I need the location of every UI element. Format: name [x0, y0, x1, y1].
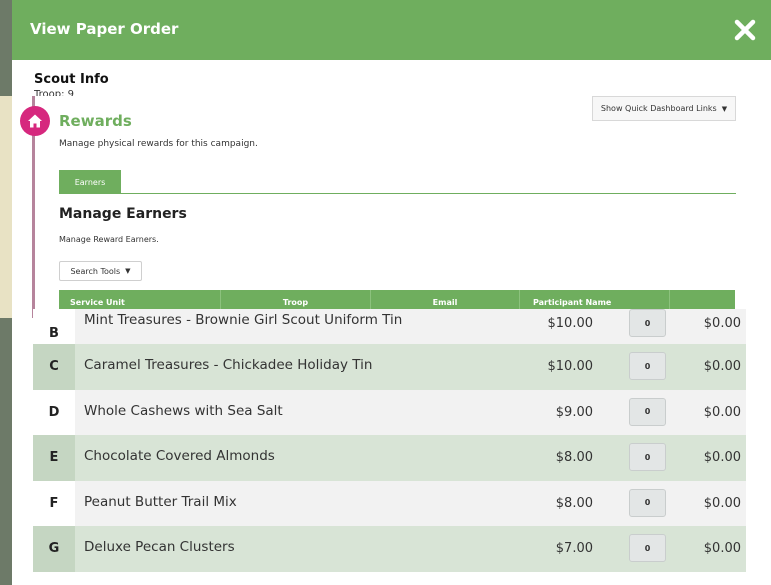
product-total: $0.00 [703, 404, 741, 420]
product-name: Caramel Treasures - Chickadee Holiday Ti… [84, 357, 373, 373]
product-price: $7.00 [555, 541, 593, 556]
table-row: E Chocolate Covered Almonds $8.00 $0.00 [33, 435, 746, 481]
caret-down-icon: ▼ [721, 104, 728, 113]
quantity-input[interactable] [629, 534, 666, 562]
tab-bar: Earners [59, 170, 736, 194]
product-letter: E [33, 435, 75, 481]
home-button[interactable] [20, 106, 50, 136]
background-page-edge-cream [0, 96, 12, 318]
product-total: $0.00 [703, 450, 741, 465]
table-row: D Whole Cashews with Sea Salt $9.00 $0.0… [33, 389, 746, 435]
product-total: $0.00 [703, 541, 741, 556]
product-price: $8.00 [555, 495, 593, 511]
modal-title: View Paper Order [30, 20, 179, 38]
product-letter: F [33, 480, 75, 526]
scout-info-troop: Troop: 9 [34, 89, 75, 96]
rewards-panel: Rewards Manage physical rewards for this… [12, 96, 746, 318]
product-name: Chocolate Covered Almonds [84, 448, 275, 464]
product-total: $0.00 [703, 495, 741, 511]
product-price: $10.00 [547, 316, 594, 331]
product-name: Whole Cashews with Sea Salt [84, 402, 283, 419]
product-letter: G [33, 526, 75, 572]
quick-dashboard-links-label: Show Quick Dashboard Links [600, 104, 717, 113]
table-row: F Peanut Butter Trail Mix $8.00 $0.00 [33, 480, 746, 526]
product-total: $0.00 [703, 316, 741, 331]
quantity-input[interactable] [629, 443, 666, 471]
product-letter: B [33, 309, 75, 344]
product-price: $9.00 [555, 404, 593, 420]
quantity-input[interactable] [629, 309, 666, 337]
manage-earners-title: Manage Earners [59, 206, 187, 222]
table-row: C Caramel Treasures - Chickadee Holiday … [33, 344, 746, 390]
manage-earners-subtitle: Manage Reward Earners. [59, 235, 159, 244]
product-price: $10.00 [547, 359, 594, 374]
rewards-subtitle: Manage physical rewards for this campaig… [59, 139, 258, 149]
quantity-input[interactable] [629, 488, 666, 517]
table-row: G Deluxe Pecan Clusters $7.00 $0.00 [33, 526, 746, 572]
search-tools-label: Search Tools [70, 266, 121, 276]
scout-info-title: Scout Info [34, 72, 109, 87]
quick-dashboard-links-button[interactable]: Show Quick Dashboard Links ▼ [592, 96, 736, 121]
modal-header: View Paper Order [12, 0, 771, 60]
home-icon [28, 114, 42, 128]
product-name: Mint Treasures - Brownie Girl Scout Unif… [84, 312, 403, 328]
product-total: $0.00 [703, 359, 741, 374]
tab-earners[interactable]: Earners [59, 170, 121, 194]
product-name: Peanut Butter Trail Mix [84, 493, 237, 510]
quantity-input[interactable] [629, 397, 666, 426]
caret-down-icon: ▼ [125, 267, 131, 275]
product-letter: D [33, 389, 75, 435]
product-letter: C [33, 344, 75, 390]
rewards-title: Rewards [59, 112, 132, 130]
table-row: B Mint Treasures - Brownie Girl Scout Un… [33, 309, 746, 344]
products-table: B Mint Treasures - Brownie Girl Scout Un… [33, 309, 746, 572]
close-icon[interactable] [733, 18, 757, 42]
search-tools-button[interactable]: Search Tools ▼ [59, 261, 142, 281]
background-page-edge [0, 0, 12, 585]
product-price: $8.00 [555, 450, 593, 465]
product-name: Deluxe Pecan Clusters [84, 539, 235, 555]
quantity-input[interactable] [629, 352, 666, 380]
